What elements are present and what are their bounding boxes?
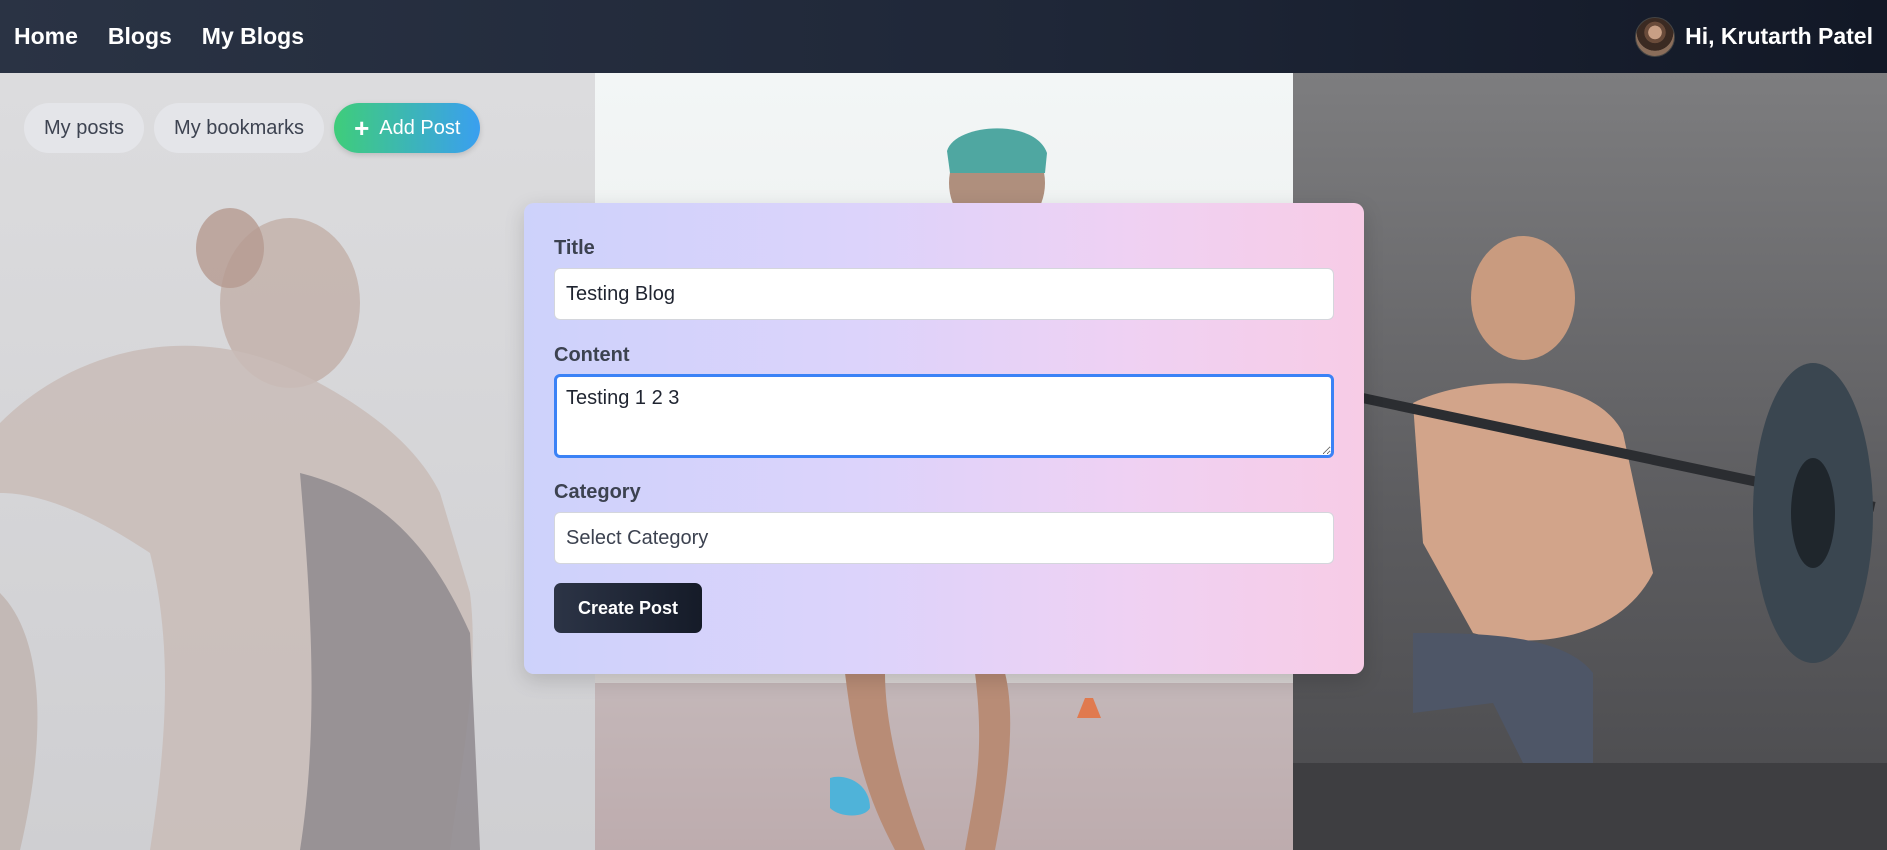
my-bookmarks-button[interactable]: My bookmarks bbox=[154, 103, 325, 153]
create-post-button[interactable]: Create Post bbox=[554, 583, 702, 633]
category-label: Category bbox=[554, 481, 641, 503]
title-label: Title bbox=[554, 237, 595, 259]
nav-link-blogs[interactable]: Blogs bbox=[108, 23, 172, 50]
background-photo-lifter bbox=[1293, 73, 1887, 850]
nav-link-my-blogs[interactable]: My Blogs bbox=[202, 23, 304, 50]
nav-links: Home Blogs My Blogs bbox=[14, 23, 304, 50]
add-post-label: Add Post bbox=[379, 116, 461, 139]
user-greeting: Hi, Krutarth Patel bbox=[1685, 23, 1873, 49]
lifter-figure bbox=[1293, 236, 1887, 850]
avatar[interactable] bbox=[1635, 16, 1676, 57]
nav-link-home[interactable]: Home bbox=[14, 23, 78, 50]
content-label: Content bbox=[554, 344, 630, 366]
top-navbar: Home Blogs My Blogs Hi, Krutarth Patel bbox=[0, 0, 1887, 73]
user-menu[interactable]: Hi, Krutarth Patel bbox=[1635, 16, 1873, 57]
add-post-button[interactable]: + Add Post bbox=[334, 103, 481, 153]
category-select[interactable]: Select Category bbox=[554, 512, 1334, 564]
create-post-form: Title Content Testing 1 2 3 Category Sel… bbox=[524, 203, 1364, 674]
yoga-figure bbox=[0, 208, 480, 850]
plus-icon: + bbox=[354, 113, 370, 143]
post-actions: My posts My bookmarks + Add Post bbox=[24, 103, 481, 153]
content-textarea[interactable]: Testing 1 2 3 bbox=[554, 374, 1334, 458]
category-select-value: Select Category bbox=[566, 526, 709, 549]
background-photo-yoga bbox=[0, 73, 595, 850]
my-posts-button[interactable]: My posts bbox=[24, 103, 145, 153]
title-input[interactable] bbox=[554, 268, 1334, 320]
